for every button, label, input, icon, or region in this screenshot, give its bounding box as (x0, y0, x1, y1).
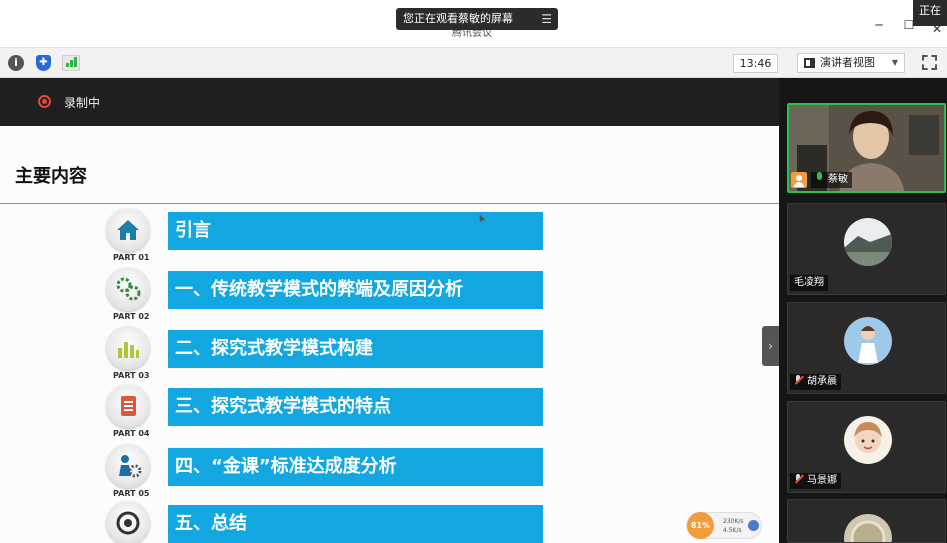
mic-on-icon (815, 172, 824, 183)
part-number: PART 02 (113, 312, 150, 321)
avatar (844, 416, 892, 464)
download-speed: 4.5K/s (723, 527, 742, 534)
participant-name: 马景娜 (807, 475, 837, 486)
part-title: 一、传统教学模式的弊端及原因分析 (168, 271, 543, 309)
participant-name-tag: 蔡敏 (811, 172, 852, 188)
speaker-view-label: 演讲者视图 (820, 56, 875, 69)
title-bar: 腾讯会议 您正在观看蔡敏的屏幕 ☰ ─ ☐ 正在 ✕ (0, 0, 947, 48)
menu-icon[interactable]: ☰ (541, 8, 552, 30)
participant-tile[interactable] (787, 499, 946, 543)
bar-chart-icon (106, 326, 150, 370)
share-banner-text: 您正在观看蔡敏的屏幕 (403, 12, 513, 25)
presentation-slide: 主要内容 PART 01 引言 PART 02 一、传统教学模式的弊端及原因分析… (0, 126, 779, 543)
signal-icon[interactable] (62, 55, 80, 71)
slide-divider (0, 203, 779, 204)
shield-icon[interactable]: ✚ (36, 55, 51, 71)
participant-tile[interactable]: 毛凌翔 (787, 203, 946, 295)
participant-tile[interactable]: 马景娜 (787, 401, 946, 493)
participant-name: 胡承晨 (807, 376, 837, 387)
home-icon (106, 208, 150, 252)
chevron-down-icon: ▼ (891, 58, 898, 67)
screen-share-banner[interactable]: 您正在观看蔡敏的屏幕 ☰ (396, 8, 558, 30)
speaker-view-button[interactable]: 演讲者视图 ▼ (797, 53, 905, 73)
participant-name-tag: 马景娜 (790, 473, 841, 489)
collapse-panel-button[interactable]: › (762, 326, 779, 366)
participant-name: 毛凌翔 (794, 277, 824, 288)
part-title: 二、探究式教学模式构建 (168, 330, 543, 368)
minimize-icon[interactable]: ─ (872, 18, 886, 32)
avatar (844, 317, 892, 365)
mic-off-icon (794, 474, 803, 484)
participant-tile[interactable]: 蔡敏 (787, 103, 946, 193)
meeting-clock: 13:46 (733, 54, 778, 73)
layout-icon (804, 58, 815, 68)
record-icon[interactable] (38, 95, 51, 108)
slide-title: 主要内容 (15, 166, 87, 187)
participant-name-tag: 毛凌翔 (790, 275, 828, 291)
person-gear-icon (106, 444, 150, 488)
recording-bar: 录制中 (0, 78, 779, 126)
notebook-icon (106, 384, 150, 428)
part-title: 引言 (168, 212, 543, 250)
target-icon (106, 501, 150, 543)
speed-icon (748, 520, 759, 531)
meeting-window: 腾讯会议 您正在观看蔡敏的屏幕 ☰ ─ ☐ 正在 ✕ i ✚ 13:46 演讲者… (0, 0, 947, 543)
part-title: 三、探究式教学模式的特点 (168, 388, 543, 426)
toolbar: i ✚ 13:46 演讲者视图 ▼ (0, 48, 947, 78)
avatar (844, 514, 892, 542)
part-number: PART 04 (113, 429, 150, 438)
part-number: PART 03 (113, 371, 150, 380)
info-icon[interactable]: i (8, 55, 24, 71)
participant-tile[interactable]: 胡承晨 (787, 302, 946, 394)
recording-label: 录制中 (64, 96, 101, 110)
shared-screen: 录制中 主要内容 PART 01 引言 PART 02 一、传统教学模式的弊端及… (0, 78, 779, 543)
part-number: PART 01 (113, 253, 150, 262)
fullscreen-icon[interactable] (922, 55, 937, 70)
host-icon (791, 172, 807, 188)
mic-off-icon (794, 375, 803, 385)
participant-panel: 蔡敏 毛凌翔 胡承晨 马景娜 (779, 78, 947, 543)
avatar (844, 218, 892, 266)
part-title: 四、“金课”标准达成度分析 (168, 448, 543, 486)
network-status-widget[interactable]: 81% 230K/s 4.5K/s (686, 512, 762, 539)
close-icon[interactable]: ✕ (930, 22, 944, 36)
cpu-usage: 81% (687, 512, 714, 539)
participant-name: 蔡敏 (828, 174, 848, 185)
gears-icon (106, 267, 150, 311)
part-title: 五、总结 (168, 505, 543, 543)
upload-speed: 230K/s (723, 518, 744, 525)
corner-tab-label: 正在 (919, 4, 941, 17)
part-number: PART 05 (113, 489, 150, 498)
participant-name-tag: 胡承晨 (790, 374, 841, 390)
